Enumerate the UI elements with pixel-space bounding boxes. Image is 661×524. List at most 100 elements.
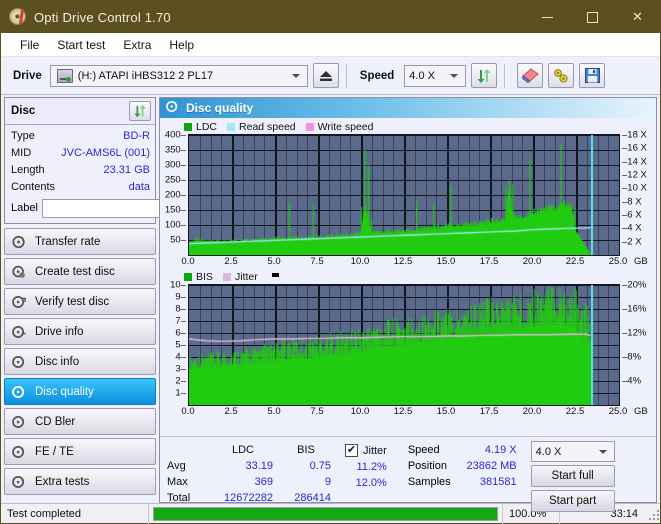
y2-tick-label: –2 X xyxy=(622,236,642,248)
ldc-x-axis-row: 0.0 2.5 5.0 7.5 10.0 12.5 15.0 17.5 20.0 22.5 25.0… xyxy=(162,256,654,270)
x-tick-label: 22.5 xyxy=(565,256,585,267)
x-tick-label: 15.0 xyxy=(436,406,456,417)
sidebar-item-disc-info[interactable]: Disc info xyxy=(4,348,156,375)
y2-tick-label: –16 X xyxy=(622,142,647,154)
drive-select-value: (H:) ATAPI iHBS312 2 PL17 xyxy=(77,69,214,82)
col-header-bis: BIS xyxy=(297,444,315,456)
jitter-toggle[interactable]: ✔ Jitter xyxy=(345,444,387,457)
resize-grip[interactable] xyxy=(646,507,660,521)
sidebar-label-fe-te: FE / TE xyxy=(35,445,74,458)
table-row: Max 369 9 xyxy=(164,475,334,489)
sidebar-label-transfer-rate: Transfer rate xyxy=(35,235,101,248)
disc-info-icon xyxy=(12,355,26,369)
table-row: Avg 33.19 0.75 xyxy=(164,459,334,473)
ldc-plot-area[interactable] xyxy=(188,134,620,256)
disc-panel-title: Disc xyxy=(11,105,36,117)
y2-tick-label: –18 X xyxy=(622,129,647,141)
sidebar-label-cd-bler: CD Bler xyxy=(35,415,76,428)
y-tick-label: 100– xyxy=(164,219,186,231)
x-tick-label: 17.5 xyxy=(479,406,499,417)
window-title: Opti Drive Control 1.70 xyxy=(34,9,171,25)
speed-row: Speed 4.19 X xyxy=(404,443,521,457)
y2-tick-label: –4% xyxy=(622,375,642,387)
test-speed-select[interactable]: 4.0 X xyxy=(530,441,615,462)
table-row: Total 12672282 286414 xyxy=(164,491,334,505)
bis-plot-area[interactable] xyxy=(188,284,620,406)
y-tick-label: 6– xyxy=(175,327,186,339)
sidebar-label-extra-tests: Extra tests xyxy=(35,475,90,488)
close-icon[interactable]: ✕ xyxy=(615,1,660,33)
menu-extra[interactable]: Extra xyxy=(114,35,160,55)
disc-bler-icon xyxy=(12,415,26,429)
minimize-button[interactable] xyxy=(525,1,570,33)
sidebar-item-verify-test-disc[interactable]: Verify test disc xyxy=(4,288,156,315)
x-tick-label: 7.5 xyxy=(310,406,324,417)
y2-tick-label: –12% xyxy=(622,327,647,339)
legend-label-bis: BIS xyxy=(196,271,213,283)
ldc-x-axis: 0.0 2.5 5.0 7.5 10.0 12.5 15.0 17.5 20.0 22.5 25.0… xyxy=(181,256,647,270)
content-panel: Disc quality LDC Read speed Write speed … xyxy=(159,97,657,512)
disc-row-length: Length 23.31 GB xyxy=(11,162,150,179)
sidebar-item-transfer-rate[interactable]: Transfer rate xyxy=(4,228,156,255)
sidebar-item-cd-bler[interactable]: CD Bler xyxy=(4,408,156,435)
total-bis-value: 286414 xyxy=(294,492,331,504)
y-tick-label: 3– xyxy=(175,363,186,375)
bis-x-unit-holder xyxy=(620,406,654,420)
sidebar-label-disc-quality: Disc quality xyxy=(35,385,94,398)
maximize-button[interactable] xyxy=(570,1,615,33)
menu-start-test[interactable]: Start test xyxy=(48,35,114,55)
toolbar-separator-2 xyxy=(504,63,506,88)
save-button[interactable] xyxy=(579,63,606,88)
y2-tick-label: –20% xyxy=(622,279,647,291)
keys-button[interactable] xyxy=(548,63,575,88)
y-tick-label: 350– xyxy=(164,144,186,156)
start-part-button[interactable]: Start part xyxy=(530,490,615,512)
sidebar-label-disc-info: Disc info xyxy=(35,355,80,368)
disc-verify-icon xyxy=(12,295,26,309)
table-row xyxy=(342,492,390,506)
legend-swatch-write-speed xyxy=(305,123,314,131)
jitter-checkbox[interactable]: ✔ xyxy=(345,444,358,457)
refresh-button[interactable] xyxy=(471,63,498,88)
speed-select[interactable]: 4.0 X xyxy=(404,64,467,87)
x-tick-label: 0.0 xyxy=(181,406,195,417)
drive-select[interactable]: (H:) ATAPI iHBS312 2 PL17 xyxy=(49,64,308,87)
sidebar: Disc Type BD-R MID JVC-AMS6L (001) Lengt… xyxy=(1,95,213,517)
disc-extra-icon xyxy=(12,475,26,489)
ldc-y-axis-right: –2 X –4 X –6 X –8 X –10 X –12 X –14 X –16 X –18 … xyxy=(620,130,654,256)
legend-label-ldc: LDC xyxy=(196,121,218,133)
y2-tick-label: –8 X xyxy=(622,196,642,208)
drive-stats-table: Speed 4.19 X Position 23862 MB Samples 3… xyxy=(402,441,523,491)
legend-swatch-read-speed xyxy=(227,123,236,131)
eraser-button[interactable] xyxy=(517,63,544,88)
y-tick-label: 200– xyxy=(164,189,186,201)
speed-label: Speed xyxy=(359,69,395,82)
disc-contents-label: Contents xyxy=(11,181,56,193)
eject-button[interactable] xyxy=(312,63,339,88)
page-title: Disc quality xyxy=(186,101,254,115)
y-tick-label: 9– xyxy=(175,291,186,303)
samples-row: Samples 381581 xyxy=(404,475,521,489)
jitter-stats-table: ✔ Jitter 11.2% 12.0% xyxy=(340,441,392,508)
y-tick-label: 5– xyxy=(175,339,186,351)
sidebar-item-disc-quality[interactable]: Disc quality xyxy=(4,378,156,405)
y-tick-label: 400– xyxy=(164,129,186,141)
x-tick-label: 20.0 xyxy=(522,256,542,267)
sidebar-item-drive-info[interactable]: Drive info xyxy=(4,318,156,345)
disc-type-label: Type xyxy=(11,130,35,142)
menu-file[interactable]: File xyxy=(11,35,48,55)
legend-swatch-jitter xyxy=(222,273,231,281)
y-tick-label: 7– xyxy=(175,315,186,327)
sidebar-item-create-test-disc[interactable]: Create test disc xyxy=(4,258,156,285)
sidebar-item-fe-te[interactable]: FE / TE xyxy=(4,438,156,465)
disc-row-type: Type BD-R xyxy=(11,128,150,145)
bis-chart-legend: BIS Jitter xyxy=(162,270,654,284)
drive-label: Drive xyxy=(13,69,42,82)
menu-help[interactable]: Help xyxy=(160,35,203,55)
start-full-button[interactable]: Start full xyxy=(530,465,615,487)
disc-refresh-button[interactable] xyxy=(129,101,151,121)
sidebar-item-extra-tests[interactable]: Extra tests xyxy=(4,468,156,495)
sidebar-label-verify-test-disc: Verify test disc xyxy=(35,295,110,308)
disc-label-label: Label xyxy=(11,202,38,214)
disc-mid-value: JVC-AMS6L (001) xyxy=(61,147,150,159)
